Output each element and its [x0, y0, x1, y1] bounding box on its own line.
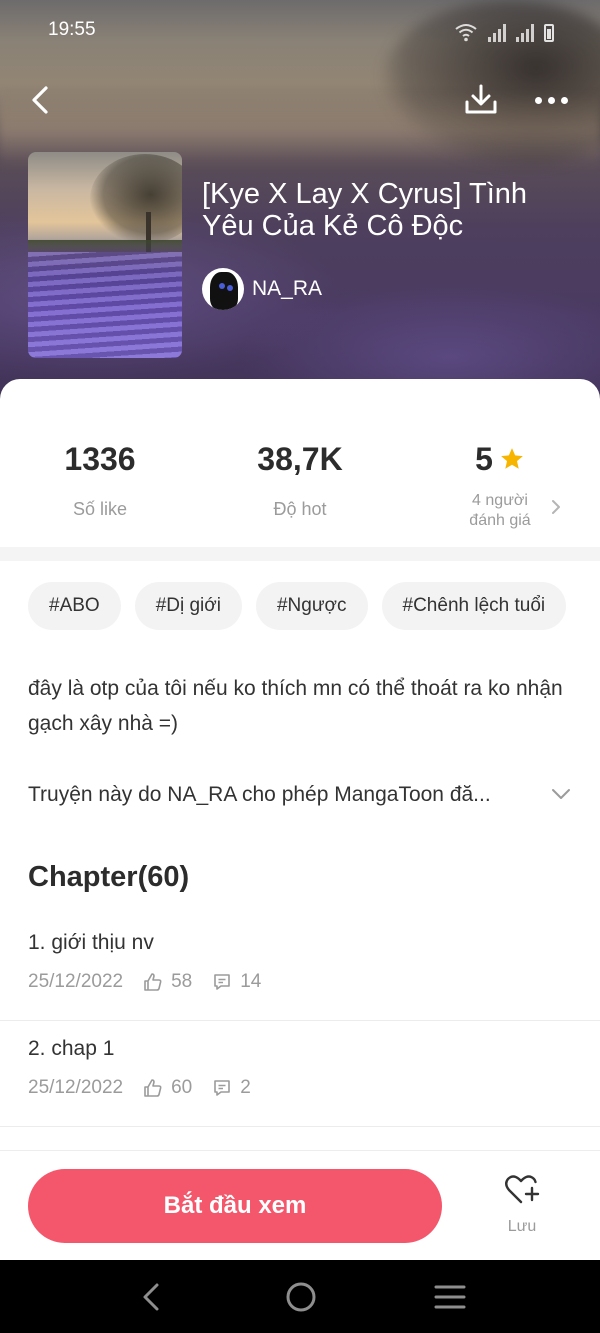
start-reading-button[interactable]: Bắt đầu xem [28, 1169, 442, 1243]
permission-note[interactable]: Truyện này do NA_RA cho phép MangaToon đ… [28, 779, 548, 811]
chapter-title: 2. chap 1 [28, 1037, 115, 1060]
star-icon [501, 448, 523, 469]
tag-di-gioi[interactable]: #Dị giới [134, 582, 242, 630]
system-nav-bar [0, 1260, 600, 1333]
stat-likes: 1336 Số like [0, 439, 200, 520]
chapter-likes: 60 [171, 1077, 193, 1098]
chevron-right-icon[interactable] [548, 497, 564, 517]
chapter-comments: 2 [240, 1077, 251, 1098]
download-button[interactable] [462, 80, 500, 120]
author-name: NA_RA [252, 277, 323, 300]
nav-back-icon[interactable] [136, 1280, 166, 1314]
chapter-title: 1. giới thịu nv [28, 931, 154, 954]
status-bar: 19:55 [0, 0, 600, 60]
wifi-icon [455, 24, 477, 42]
section-divider [0, 547, 600, 561]
back-button[interactable] [24, 80, 56, 120]
chapter-date: 25/12/2022 [28, 1077, 124, 1098]
more-options-button[interactable] [530, 80, 572, 120]
comment-icon [214, 974, 231, 990]
signal-icon [488, 22, 506, 42]
story-description: đây là otp của tôi nếu ko thích mn có th… [28, 677, 563, 735]
comment-icon [214, 1080, 231, 1096]
rating-count-line1: 4 người [472, 492, 528, 509]
cover-image [28, 152, 182, 358]
tag-chenh-lech-tuoi[interactable]: #Chênh lệch tuổi [381, 582, 567, 630]
thumbs-up-icon [144, 1079, 162, 1097]
chapter-meta: 25/12/2022 60 2 [28, 1077, 251, 1099]
save-label: Lưu [507, 1218, 537, 1235]
chapter-likes: 58 [171, 971, 193, 992]
stat-rating[interactable]: 5 4 người đánh giá [400, 439, 600, 531]
tag-list: #ABO #Dị giới #Ngược #Chênh lệch tuổi [28, 582, 567, 630]
save-button[interactable]: Lưu [494, 1173, 550, 1243]
chapter-heading: Chapter(60) [28, 861, 190, 893]
tag-abo[interactable]: #ABO [28, 582, 121, 630]
story-title: [Kye X Lay X Cyrus] Tình Yêu Của Kẻ Cô Đ… [202, 178, 528, 242]
avatar [202, 268, 244, 310]
chapter-comments: 14 [240, 971, 262, 992]
chapter-row[interactable]: 2. chap 1 25/12/2022 60 2 [0, 1021, 600, 1127]
likes-label: Số like [72, 499, 128, 519]
bottom-action-bar: Bắt đầu xem Lưu [0, 1150, 600, 1260]
download-icon [465, 84, 497, 114]
battery-icon [544, 24, 554, 42]
likes-count: 1336 [64, 441, 136, 477]
status-icons [454, 18, 554, 42]
chapter-row[interactable]: 1. giới thịu nv 25/12/2022 58 14 [0, 915, 600, 1021]
rating-count-line2: đánh giá [469, 512, 531, 529]
top-action-bar [0, 72, 600, 128]
thumbs-up-icon [144, 973, 162, 991]
status-time: 19:55 [48, 19, 96, 40]
stat-hot: 38,7K Độ hot [200, 439, 400, 520]
rating-value: 5 [475, 441, 493, 477]
chevron-down-icon[interactable] [550, 785, 572, 803]
nav-home-icon[interactable] [284, 1280, 318, 1314]
chapter-meta: 25/12/2022 58 14 [28, 971, 261, 993]
author-link[interactable]: NA_RA [202, 267, 322, 311]
heart-plus-icon [505, 1175, 540, 1204]
chevron-left-icon [32, 86, 48, 114]
more-dots-icon [534, 96, 542, 104]
signal-icon-2 [516, 22, 534, 42]
chapter-date: 25/12/2022 [28, 971, 124, 992]
hot-label: Độ hot [273, 499, 327, 519]
nav-menu-icon[interactable] [434, 1282, 466, 1312]
stats-row: 1336 Số like 38,7K Độ hot 5 4 người đánh… [0, 379, 600, 547]
tag-nguoc[interactable]: #Ngược [255, 582, 368, 630]
hot-count: 38,7K [257, 441, 343, 477]
